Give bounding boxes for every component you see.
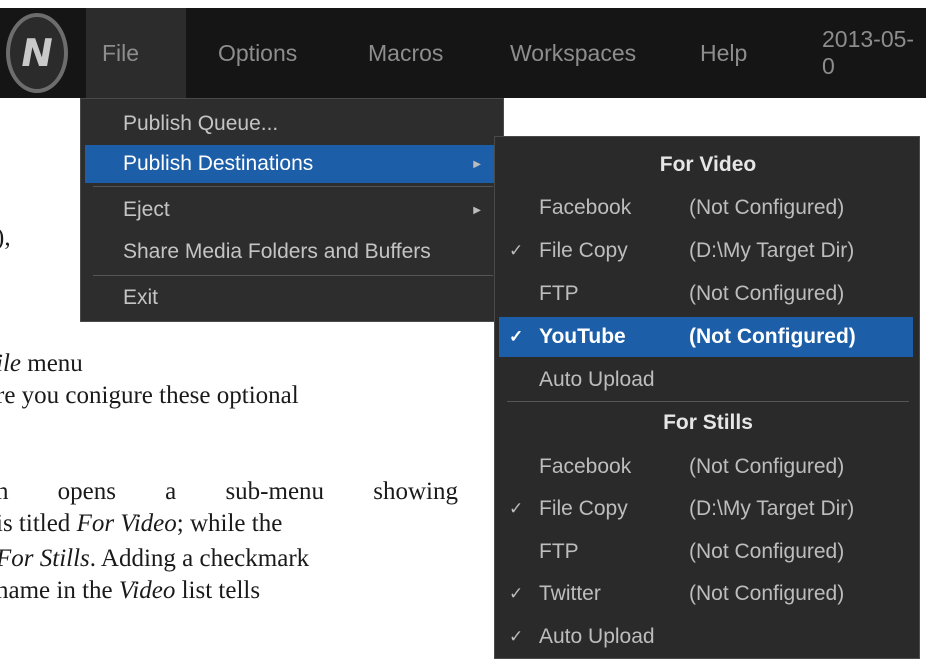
section-header-stills: For Stills (663, 411, 753, 434)
checkmark-icon: ✓ (509, 584, 524, 603)
video-auto-upload[interactable]: Auto Upload (499, 360, 913, 400)
submenu-arrow-icon: ▶ (473, 204, 481, 216)
destination-name: Auto Upload (539, 625, 655, 648)
video-ftp[interactable]: FTP (Not Configured) (499, 274, 913, 314)
destination-status: (Not Configured) (689, 455, 845, 478)
doc-line-7: name in the Video list tells (0, 577, 261, 604)
menu-file[interactable]: File (86, 8, 186, 98)
stills-ftp[interactable]: FTP (Not Configured) (499, 532, 913, 572)
menu-item-label: Share Media Folders and Buffers (123, 240, 431, 263)
menu-macros[interactable]: Macros (368, 8, 443, 98)
menu-item-eject[interactable]: Eject ▶ (85, 191, 499, 229)
destination-status: (Not Configured) (689, 282, 845, 305)
doc-line-6: For Stills. Adding a checkmark (0, 545, 310, 572)
destination-status: (Not Configured) (689, 582, 845, 605)
destination-name: YouTube (539, 325, 626, 348)
menu-item-publish-queue[interactable]: Publish Queue... (85, 105, 499, 143)
submenu-separator (507, 401, 909, 402)
destination-status: (Not Configured) (689, 540, 845, 563)
destination-name: Facebook (539, 196, 632, 219)
app-logo-icon[interactable]: N (6, 13, 68, 93)
destination-name: FTP (539, 540, 579, 563)
menu-item-share-media[interactable]: Share Media Folders and Buffers (85, 233, 499, 271)
publish-destinations-submenu: For Video Facebook (Not Configured) ✓ Fi… (494, 136, 920, 659)
stills-twitter[interactable]: ✓ Twitter (Not Configured) (499, 574, 913, 614)
menu-workspaces[interactable]: Workspaces (510, 8, 636, 98)
submenu-arrow-icon: ▶ (473, 158, 481, 170)
checkmark-icon: ✓ (509, 627, 524, 646)
destination-name: File Copy (539, 239, 628, 262)
menu-item-label: Exit (123, 286, 159, 309)
section-header-video: For Video (659, 153, 757, 176)
stills-auto-upload[interactable]: ✓ Auto Upload (499, 617, 913, 657)
menu-item-label: Eject (123, 198, 170, 221)
destination-name: FTP (539, 282, 579, 305)
file-menu: Publish Queue... Publish Destinations ▶ … (80, 98, 504, 322)
doc-line-3: re you conigure these optional (0, 382, 299, 409)
doc-line-2: ile menu (0, 350, 83, 377)
destination-status: (Not Configured) (689, 325, 856, 348)
destination-name: File Copy (539, 497, 628, 520)
menu-item-label: Publish Destinations (123, 152, 314, 175)
menu-item-label: Publish Queue... (123, 112, 279, 135)
video-youtube[interactable]: ✓ YouTube (Not Configured) (499, 317, 913, 357)
destination-status: (D:\My Target Dir) (689, 497, 855, 520)
checkmark-icon: ✓ (509, 327, 524, 346)
checkmark-icon: ✓ (509, 241, 524, 260)
menu-bar: N File Options Macros Workspaces Help 20… (0, 8, 926, 98)
doc-line-4: n opens a sub-menu showing (0, 478, 458, 505)
stills-facebook[interactable]: Facebook (Not Configured) (499, 447, 913, 487)
destination-name: Auto Upload (539, 368, 655, 391)
menu-item-publish-destinations[interactable]: Publish Destinations ▶ (85, 145, 499, 183)
doc-line-5: is titled For Video; while the (0, 510, 283, 537)
menubar-date: 2013-05-0 (822, 26, 915, 79)
destination-name: Facebook (539, 455, 632, 478)
doc-line-1: ), (0, 224, 11, 251)
stills-file-copy[interactable]: ✓ File Copy (D:\My Target Dir) (499, 489, 913, 529)
destination-name: Twitter (539, 582, 601, 605)
video-facebook[interactable]: Facebook (Not Configured) (499, 188, 913, 228)
checkmark-icon: ✓ (509, 499, 524, 518)
menu-help[interactable]: Help (700, 8, 747, 98)
menu-item-exit[interactable]: Exit (85, 279, 499, 317)
menu-separator (93, 275, 493, 276)
destination-status: (Not Configured) (689, 196, 845, 219)
video-file-copy[interactable]: ✓ File Copy (D:\My Target Dir) (499, 231, 913, 271)
menu-separator (93, 186, 493, 187)
destination-status: (D:\My Target Dir) (689, 239, 855, 262)
menu-options[interactable]: Options (218, 8, 297, 98)
